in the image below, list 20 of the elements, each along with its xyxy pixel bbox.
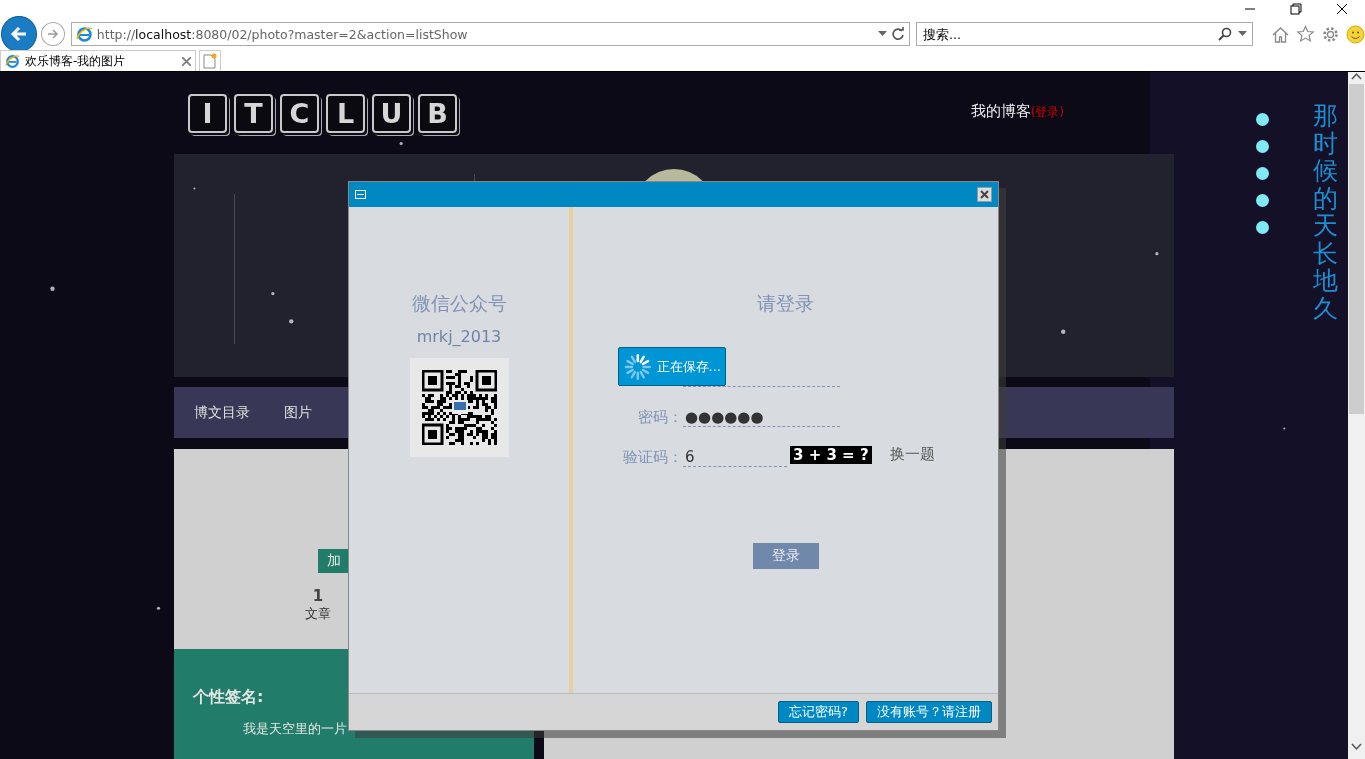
home-icon[interactable] <box>1271 24 1290 44</box>
star-icon[interactable] <box>1296 24 1315 44</box>
arrow-left-icon <box>8 24 29 44</box>
search-icon[interactable] <box>1218 27 1232 41</box>
arrow-right-icon <box>45 27 60 41</box>
refresh-icon[interactable] <box>891 27 906 41</box>
back-button[interactable] <box>1 16 37 52</box>
browser-tab[interactable]: 欢乐博客-我的图片 <box>0 50 196 71</box>
caret-icon[interactable] <box>878 31 888 37</box>
scroll-up-icon[interactable] <box>1351 72 1362 80</box>
search-box[interactable]: 搜索... <box>916 22 1253 46</box>
settings-icon[interactable] <box>1321 24 1340 44</box>
url-text: http://localhost:8080/02/photo?master=2&action=listShow <box>96 26 469 42</box>
smiley-icon[interactable] <box>1346 24 1365 44</box>
search-field[interactable]: 搜索... <box>921 25 1218 43</box>
address-bar[interactable]: http://localhost:8080/02/photo?master=2&action=listShow <box>70 22 911 46</box>
scroll-down-icon[interactable] <box>1351 743 1362 751</box>
browser-logo-icon <box>5 53 20 69</box>
browser-logo-icon <box>75 25 93 43</box>
scrollbar[interactable] <box>1348 72 1365 759</box>
